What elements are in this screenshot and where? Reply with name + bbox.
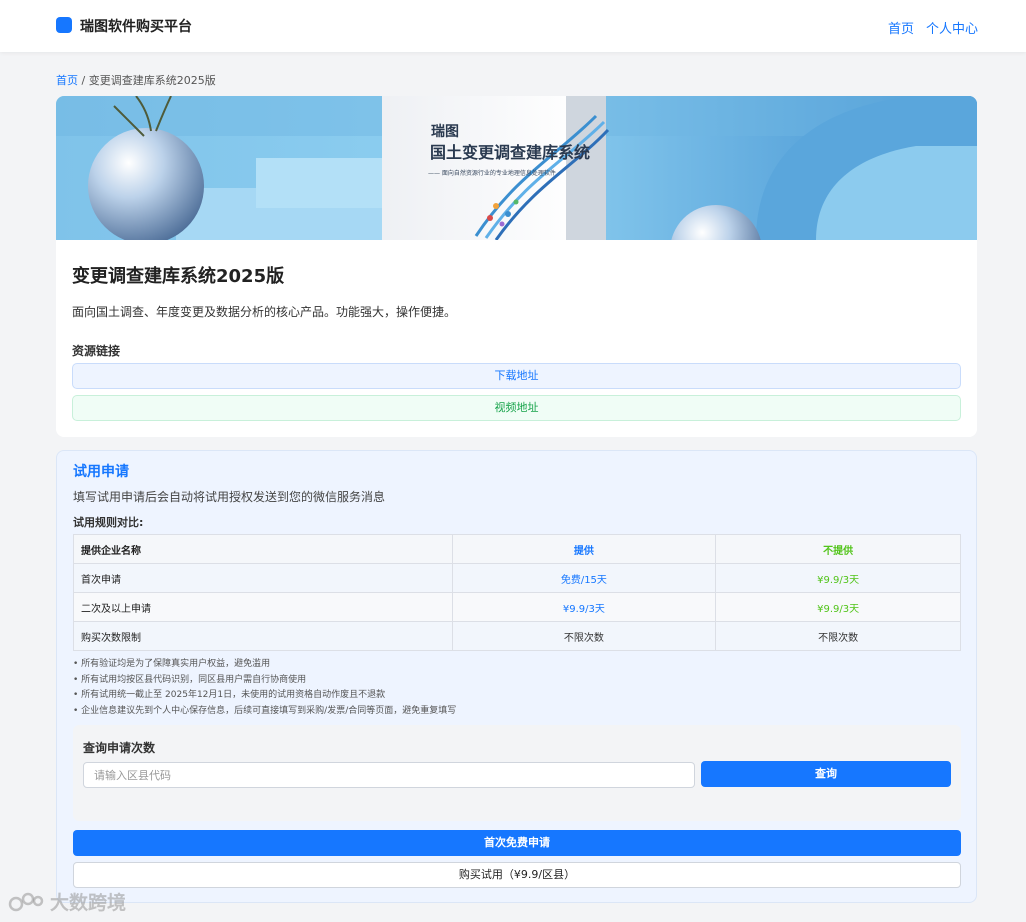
list-item: 企业信息建议先到个人中心保存信息，后续可直接填写到采购/发票/合同等页面，避免重… [73,704,456,720]
list-item: 所有试用统一截止至 2025年12月1日，未使用的试用资格自动作废且不退款 [73,688,456,704]
trial-title: 试用申请 [73,464,129,480]
product-banner-image: 瑞图 国土变更调查建库系统 —— 面向自然资源行业的专业地理信息处理软件 [56,96,977,240]
buy-trial-button[interactable]: 购买试用（¥9.9/区县） [73,862,961,888]
county-code-input[interactable] [83,762,695,788]
table-cell: 不限次数 [451,621,717,651]
query-panel: 查询申请次数 查询 [73,725,961,821]
first-free-apply-button[interactable]: 首次免费申请 [73,830,961,856]
table-row: 购买次数限制 不限次数 不限次数 [73,621,961,651]
rules-title: 试用规则对比: [73,516,144,529]
table-row: 二次及以上申请 ¥9.9/3天 ¥9.9/3天 [73,592,961,622]
table-header-row: 提供企业名称 提供 不提供 [73,534,961,564]
breadcrumb-separator: / [78,74,89,87]
watermark-logo-icon [8,892,44,911]
top-navbar: 瑞图软件购买平台 首页 个人中心 [0,0,1026,52]
banner-box-brand: 瑞图 [431,123,459,140]
breadcrumb-current: 变更调查建库系统2025版 [88,74,216,87]
trial-application-card: 试用申请 填写试用申请后会自动将试用授权发送到您的微信服务消息 试用规则对比: … [56,450,977,903]
table-cell: 首次申请 [73,563,453,593]
breadcrumb-home-link[interactable]: 首页 [56,74,78,87]
product-description: 面向国土调查、年度变更及数据分析的核心产品。功能强大，操作便捷。 [72,305,457,319]
table-cell: ¥9.9/3天 [715,563,961,593]
watermark: 大数跨境 [8,888,126,915]
video-link-button[interactable]: 视频地址 [72,395,961,421]
query-title: 查询申请次数 [83,741,156,755]
download-link-button[interactable]: 下载地址 [72,363,961,389]
watermark-text: 大数跨境 [50,892,127,914]
trial-subtitle: 填写试用申请后会自动将试用授权发送到您的微信服务消息 [73,490,386,504]
query-button[interactable]: 查询 [701,761,951,787]
banner-box-subtitle: —— 面向自然资源行业的专业地理信息处理软件 [428,169,556,177]
table-row: 首次申请 免费/15天 ¥9.9/3天 [73,563,961,593]
breadcrumb: 首页 / 变更调查建库系统2025版 [56,72,216,88]
table-cell: ¥9.9/3天 [715,592,961,622]
list-item: 所有验证均是为了保障真实用户权益，避免滥用 [73,657,456,673]
banner-box-title: 国土变更调查建库系统 [430,143,590,162]
table-cell: ¥9.9/3天 [451,592,717,622]
table-header-cell: 提供 [451,534,717,564]
nav-link-user-center[interactable]: 个人中心 [926,18,978,37]
table-cell: 不限次数 [715,621,961,651]
brand-title: 瑞图软件购买平台 [80,19,192,35]
table-header-cell: 提供企业名称 [73,534,453,564]
table-cell: 二次及以上申请 [73,592,453,622]
table-cell: 购买次数限制 [73,621,453,651]
list-item: 所有试用均按区县代码识别，同区县用户需自行协商使用 [73,673,456,689]
resources-title: 资源链接 [72,344,121,358]
table-header-cell: 不提供 [715,534,961,564]
product-card: 瑞图 国土变更调查建库系统 —— 面向自然资源行业的专业地理信息处理软件 变更调… [56,96,977,437]
product-title: 变更调查建库系统2025版 [72,266,285,287]
trial-notes-list: 所有验证均是为了保障真实用户权益，避免滥用 所有试用均按区县代码识别，同区县用户… [73,657,456,719]
brand-logo-icon [56,17,72,33]
trial-rules-table: 提供企业名称 提供 不提供 首次申请 免费/15天 ¥9.9/3天 二次及以上申… [73,534,961,651]
nav-link-home[interactable]: 首页 [888,18,914,37]
table-cell: 免费/15天 [451,563,717,593]
